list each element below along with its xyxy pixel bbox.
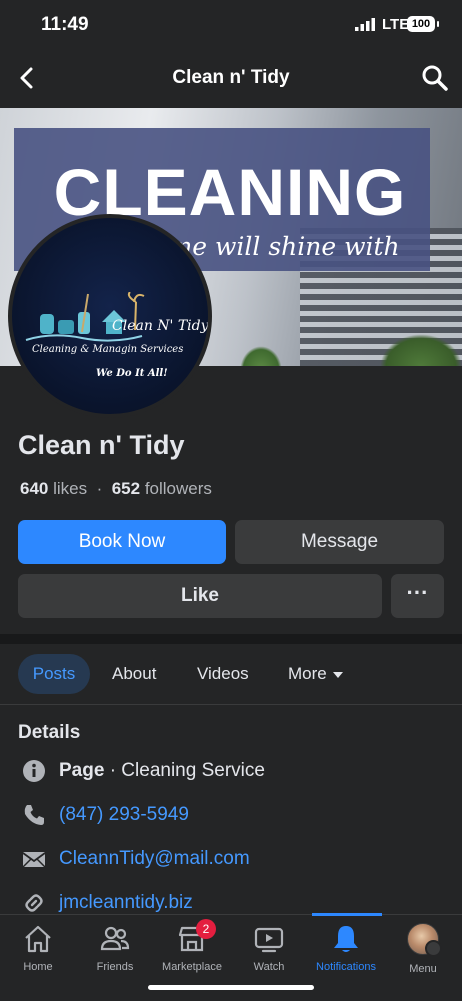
category-text: Page · Cleaning Service: [59, 760, 265, 782]
phone-icon: [24, 805, 44, 825]
home-icon: [25, 925, 51, 953]
detail-row-email[interactable]: CleannTidy@mail.com: [0, 844, 462, 874]
menu-avatar: [407, 923, 442, 957]
logo-motto: We Do It All!: [96, 368, 168, 379]
likes-count: 640: [20, 479, 49, 498]
page-tabs: Posts About Videos More: [0, 654, 462, 694]
followers-label: followers: [144, 479, 212, 498]
watch-icon: [254, 927, 284, 953]
cover-plant: [380, 334, 462, 366]
bottom-tab-watch[interactable]: Watch: [229, 923, 309, 973]
cover-plant: [240, 346, 282, 366]
stats-separator: ·: [96, 479, 103, 498]
bottom-tab-marketplace[interactable]: 2 Marketplace: [152, 919, 232, 973]
menu-lines-icon: [425, 940, 442, 957]
bottom-tab-home-label: Home: [23, 961, 53, 973]
active-tab-indicator: [312, 913, 382, 916]
category-value: · Cleaning Service: [104, 760, 265, 781]
page-stats: 640 likes · 652 followers: [20, 479, 212, 499]
logo-subtitle: Cleaning & Managin Services: [32, 344, 184, 355]
signal-icon: [355, 18, 375, 31]
bottom-tab-menu-label: Menu: [409, 963, 437, 975]
nav-title: Clean n' Tidy: [172, 67, 290, 88]
section-divider: [0, 634, 462, 644]
details-heading: Details: [18, 722, 81, 743]
tab-about[interactable]: About: [112, 654, 156, 694]
profile-avatar[interactable]: Clean N' Tidy Cleaning & Managin Service…: [8, 214, 212, 418]
bottom-tab-marketplace-label: Marketplace: [162, 961, 222, 973]
logo-title: Clean N' Tidy: [112, 318, 208, 334]
likes-label: likes: [53, 479, 88, 498]
home-indicator[interactable]: [148, 985, 314, 990]
status-time: 11:49: [41, 14, 89, 35]
tab-videos[interactable]: Videos: [197, 654, 249, 694]
email-link[interactable]: CleannTidy@mail.com: [59, 848, 250, 870]
bottom-tab-notifications-label: Notifications: [316, 961, 376, 973]
friends-icon: [100, 926, 130, 951]
detail-row-phone[interactable]: (847) 293-5949: [0, 800, 462, 830]
category-prefix: Page: [59, 760, 105, 781]
bottom-tab-friends-label: Friends: [96, 961, 134, 973]
tab-more[interactable]: More: [288, 654, 343, 694]
message-button[interactable]: Message: [235, 520, 444, 564]
like-button[interactable]: Like: [18, 574, 382, 618]
network-label: LTE: [382, 16, 410, 33]
search-icon[interactable]: [420, 63, 450, 93]
phone-link[interactable]: (847) 293-5949: [59, 804, 189, 826]
tab-posts[interactable]: Posts: [18, 654, 90, 694]
more-options-button[interactable]: ···: [391, 574, 444, 618]
tabs-separator: [0, 704, 462, 705]
info-icon: [23, 760, 45, 782]
mail-icon: [22, 852, 46, 868]
battery-icon: 100: [407, 16, 439, 32]
marketplace-badge: 2: [196, 919, 216, 939]
bottom-tab-friends[interactable]: Friends: [75, 923, 155, 973]
book-now-button[interactable]: Book Now: [18, 520, 226, 564]
link-icon: [25, 894, 43, 912]
top-nav-bar: Clean n' Tidy: [0, 55, 462, 103]
bottom-tab-home[interactable]: Home: [0, 923, 78, 973]
tab-more-label: More: [288, 664, 327, 683]
bell-icon: [334, 926, 358, 952]
bottom-tab-watch-label: Watch: [253, 961, 285, 973]
status-bar: 11:49 LTE 100: [0, 0, 462, 50]
website-link[interactable]: jmcleanntidy.biz: [59, 892, 193, 914]
detail-row-category: Page · Cleaning Service: [0, 756, 462, 786]
page-name: Clean n' Tidy: [18, 430, 185, 460]
logo-image: Clean N' Tidy Cleaning & Managin Service…: [12, 218, 208, 414]
caret-down-icon: [332, 671, 343, 678]
bottom-tab-notifications[interactable]: Notifications: [306, 923, 386, 973]
bottom-tab-menu[interactable]: Menu: [383, 923, 462, 975]
followers-count: 652: [111, 479, 141, 498]
